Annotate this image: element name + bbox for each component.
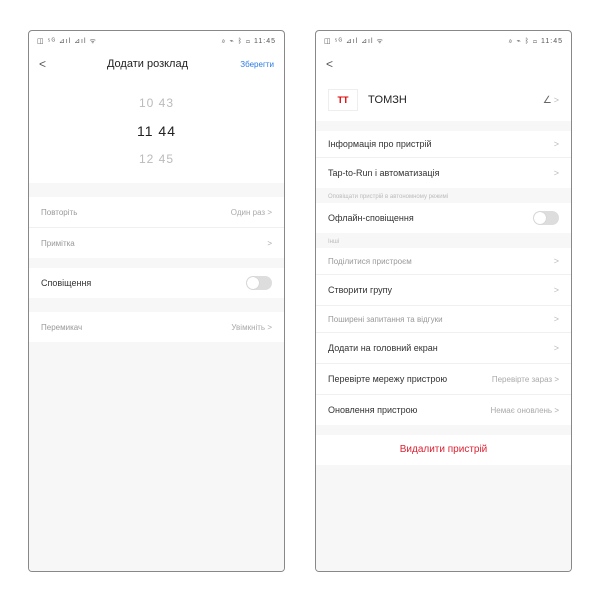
net-label: Перевірте мережу пристрою xyxy=(328,374,447,384)
group-label: Створити групу xyxy=(328,285,392,295)
edit-icon[interactable]: ∠ > xyxy=(543,95,559,106)
note-chevron: > xyxy=(267,239,272,248)
chevron-icon: > xyxy=(554,256,559,266)
chevron-icon: > xyxy=(554,285,559,295)
status-bar: ◫ ⁵ᴳ ⊿ıl ⊿ıl ᯤ ⌀ ⌁ ᛒ ▭ 11:45 xyxy=(316,31,571,49)
row-switch[interactable]: Перемикач Увімкніть > xyxy=(29,312,284,342)
header: < Додати розклад Зберегти xyxy=(29,49,284,79)
section-note-other: Інші xyxy=(316,233,571,248)
notify-toggle[interactable] xyxy=(246,276,272,290)
status-right: ⌀ ⌁ ᛒ ▭ 11:45 xyxy=(221,37,276,45)
back-button[interactable]: < xyxy=(39,57,55,71)
time-picker[interactable]: 10 43 11 44 12 45 xyxy=(29,79,284,183)
switch-label: Перемикач xyxy=(41,323,82,332)
phone-add-schedule: ◫ ⁵ᴳ ⊿ıl ⊿ıl ᯤ ⌀ ⌁ ᛒ ▭ 11:45 < Додати ро… xyxy=(28,30,285,572)
chevron-icon: > xyxy=(554,314,559,324)
header: < xyxy=(316,49,571,79)
device-info-label: Інформація про пристрій xyxy=(328,139,432,149)
device-name: TOMЗН xyxy=(368,94,533,106)
phone-device-settings: ◫ ⁵ᴳ ⊿ıl ⊿ıl ᯤ ⌀ ⌁ ᛒ ▭ 11:45 < TT TOMЗН … xyxy=(315,30,572,572)
delete-device-button[interactable]: Видалити пристрій xyxy=(316,435,571,465)
chevron-icon: > xyxy=(554,139,559,149)
row-share[interactable]: Поділитися пристроєм > xyxy=(316,248,571,274)
note-label: Примітка xyxy=(41,239,75,248)
picker-prev: 10 43 xyxy=(29,89,284,117)
home-label: Додати на головний екран xyxy=(328,343,438,353)
row-faq[interactable]: Поширені запитання та відгуки > xyxy=(316,305,571,332)
status-right: ⌀ ⌁ ᛒ ▭ 11:45 xyxy=(508,37,563,45)
back-button[interactable]: < xyxy=(326,57,342,71)
page-title: Додати розклад xyxy=(55,58,240,70)
upd-value: Немає оновлень > xyxy=(491,406,559,415)
upd-label: Оновлення пристрою xyxy=(328,405,417,415)
status-bar: ◫ ⁵ᴳ ⊿ıl ⊿ıl ᯤ ⌀ ⌁ ᛒ ▭ 11:45 xyxy=(29,31,284,49)
row-check-network[interactable]: Перевірте мережу пристрою Перевірте зара… xyxy=(316,363,571,394)
row-add-home[interactable]: Додати на головний екран > xyxy=(316,332,571,363)
tap-label: Tap-to-Run і автоматизація xyxy=(328,168,439,178)
notify-label: Сповіщення xyxy=(41,278,91,288)
status-left: ◫ ⁵ᴳ ⊿ıl ⊿ıl ᯤ xyxy=(37,37,97,46)
repeat-label: Повторіть xyxy=(41,208,77,217)
repeat-value: Один раз > xyxy=(231,208,272,217)
row-note[interactable]: Примітка > xyxy=(29,227,284,258)
row-device-info[interactable]: Інформація про пристрій > xyxy=(316,131,571,157)
faq-label: Поширені запитання та відгуки xyxy=(328,315,443,324)
content: TT TOMЗН ∠ > Інформація про пристрій > T… xyxy=(316,79,571,571)
share-label: Поділитися пристроєм xyxy=(328,257,412,266)
device-header-row[interactable]: TT TOMЗН ∠ > xyxy=(316,79,571,121)
row-device-update[interactable]: Оновлення пристрою Немає оновлень > xyxy=(316,394,571,425)
offline-label: Офлайн-сповіщення xyxy=(328,213,414,223)
row-tap-to-run[interactable]: Tap-to-Run і автоматизація > xyxy=(316,157,571,188)
section-note-offline: Оповіщати пристрій в автономному режимі xyxy=(316,188,571,203)
offline-toggle[interactable] xyxy=(533,211,559,225)
picker-selected: 11 44 xyxy=(29,117,284,145)
status-left: ◫ ⁵ᴳ ⊿ıl ⊿ıl ᯤ xyxy=(324,37,384,46)
chevron-icon: > xyxy=(554,343,559,353)
row-create-group[interactable]: Створити групу > xyxy=(316,274,571,305)
switch-value: Увімкніть > xyxy=(231,323,272,332)
device-logo: TT xyxy=(328,89,358,111)
row-repeat[interactable]: Повторіть Один раз > xyxy=(29,197,284,227)
save-button[interactable]: Зберегти xyxy=(240,60,274,69)
row-offline-notify[interactable]: Офлайн-сповіщення xyxy=(316,203,571,233)
picker-next: 12 45 xyxy=(29,145,284,173)
row-notify[interactable]: Сповіщення xyxy=(29,268,284,298)
chevron-icon: > xyxy=(554,168,559,178)
content: 10 43 11 44 12 45 Повторіть Один раз > П… xyxy=(29,79,284,571)
net-value: Перевірте зараз > xyxy=(492,375,559,384)
